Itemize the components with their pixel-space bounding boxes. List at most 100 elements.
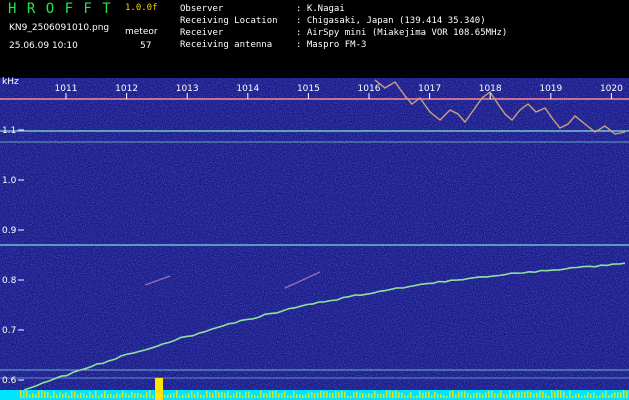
- level-spike: [434, 392, 436, 398]
- level-spike: [353, 392, 355, 398]
- level-spike: [203, 395, 205, 398]
- level-spike: [281, 393, 283, 398]
- level-spike: [518, 392, 520, 398]
- timestamp-label: 25.06.09 10:10: [9, 42, 78, 51]
- level-spike: [554, 391, 556, 398]
- level-spike: [110, 394, 112, 398]
- level-spike: [50, 396, 52, 398]
- level-spike: [185, 394, 187, 398]
- info-label-observer: Observer: [180, 5, 223, 14]
- level-spike: [383, 394, 385, 398]
- level-spike: [278, 393, 280, 398]
- level-spike: [608, 395, 610, 398]
- x-tick-label: 1019: [539, 84, 562, 94]
- level-spike: [320, 391, 322, 398]
- level-spike: [605, 391, 607, 398]
- info-value-antenna: : Maspro FM-3: [296, 41, 366, 50]
- level-spike: [479, 393, 481, 398]
- level-spike: [224, 393, 226, 398]
- level-spike: [467, 393, 469, 398]
- level-spike: [527, 391, 529, 398]
- level-spike: [371, 394, 373, 398]
- level-spike: [338, 392, 340, 398]
- level-spike: [77, 395, 79, 398]
- level-spike: [260, 390, 262, 398]
- level-spike: [440, 394, 442, 398]
- level-spike: [509, 390, 511, 398]
- level-spike: [533, 393, 535, 398]
- level-spike: [206, 391, 208, 398]
- info-value-observer: : K.Nagai: [296, 5, 345, 14]
- level-spike: [245, 391, 247, 398]
- level-spike: [380, 393, 382, 398]
- level-spike: [626, 391, 628, 398]
- level-spike: [617, 392, 619, 398]
- y-tick-label: 0.8: [2, 276, 17, 286]
- level-spike: [272, 391, 274, 398]
- level-spike: [413, 396, 415, 398]
- level-spike: [239, 392, 241, 398]
- header-panel: H R O F F T 1.0.0f KN9_2506091010.png 25…: [0, 0, 629, 72]
- level-spike: [293, 391, 295, 398]
- level-spike: [140, 394, 142, 398]
- level-spike: [545, 393, 547, 398]
- level-spike: [89, 391, 91, 398]
- level-spike: [398, 392, 400, 398]
- level-spike: [521, 392, 523, 398]
- level-spike: [197, 392, 199, 398]
- level-spike: [443, 395, 445, 398]
- level-spike: [374, 391, 376, 398]
- y-tick-label: 1.0: [2, 176, 17, 186]
- level-spike: [170, 394, 172, 398]
- level-spike: [125, 393, 127, 398]
- level-spike: [128, 395, 130, 398]
- level-spike: [449, 391, 451, 398]
- level-spike: [395, 391, 397, 398]
- level-spike: [452, 390, 454, 398]
- level-spike: [275, 390, 277, 398]
- level-spike: [71, 391, 73, 398]
- level-spike: [218, 392, 220, 398]
- level-spike: [167, 395, 169, 398]
- level-spike: [419, 391, 421, 398]
- level-spike: [314, 393, 316, 398]
- level-spike: [194, 394, 196, 398]
- level-spike: [503, 394, 505, 398]
- level-spike: [251, 394, 253, 398]
- level-spike: [86, 395, 88, 398]
- x-tick-label: 1015: [297, 84, 320, 94]
- level-spike: [464, 391, 466, 398]
- level-spike: [512, 394, 514, 398]
- level-spike: [470, 395, 472, 398]
- level-spike: [35, 394, 37, 398]
- x-tick-label: 1012: [115, 84, 138, 94]
- level-spike: [227, 391, 229, 398]
- info-value-receiver: : AirSpy mini (Miakejima VOR 108.65MHz): [296, 29, 507, 38]
- level-spike: [581, 396, 583, 398]
- level-spike: [332, 393, 334, 398]
- level-spike: [230, 396, 232, 398]
- y-tick-label: 0.7: [2, 326, 16, 336]
- level-spike: [146, 392, 148, 398]
- level-spike: [377, 394, 379, 398]
- level-spike: [83, 393, 85, 398]
- level-spike: [425, 392, 427, 398]
- level-spike: [242, 395, 244, 398]
- level-spike: [188, 393, 190, 398]
- level-spike: [191, 391, 193, 398]
- level-spike: [287, 395, 289, 398]
- info-label-antenna: Receiving antenna: [180, 41, 272, 50]
- level-spike: [446, 396, 448, 398]
- level-spike: [95, 391, 97, 398]
- level-spike-peak: [155, 378, 163, 400]
- level-spike: [560, 391, 562, 398]
- x-tick-label: 1020: [600, 84, 623, 94]
- filename-label: KN9_2506091010.png: [9, 24, 109, 33]
- level-spike: [482, 395, 484, 398]
- level-spike: [149, 390, 151, 398]
- level-spike: [305, 394, 307, 398]
- level-spike: [602, 393, 604, 398]
- level-spike: [269, 391, 271, 398]
- level-spike: [119, 394, 121, 398]
- x-tick-label: 1014: [236, 84, 259, 94]
